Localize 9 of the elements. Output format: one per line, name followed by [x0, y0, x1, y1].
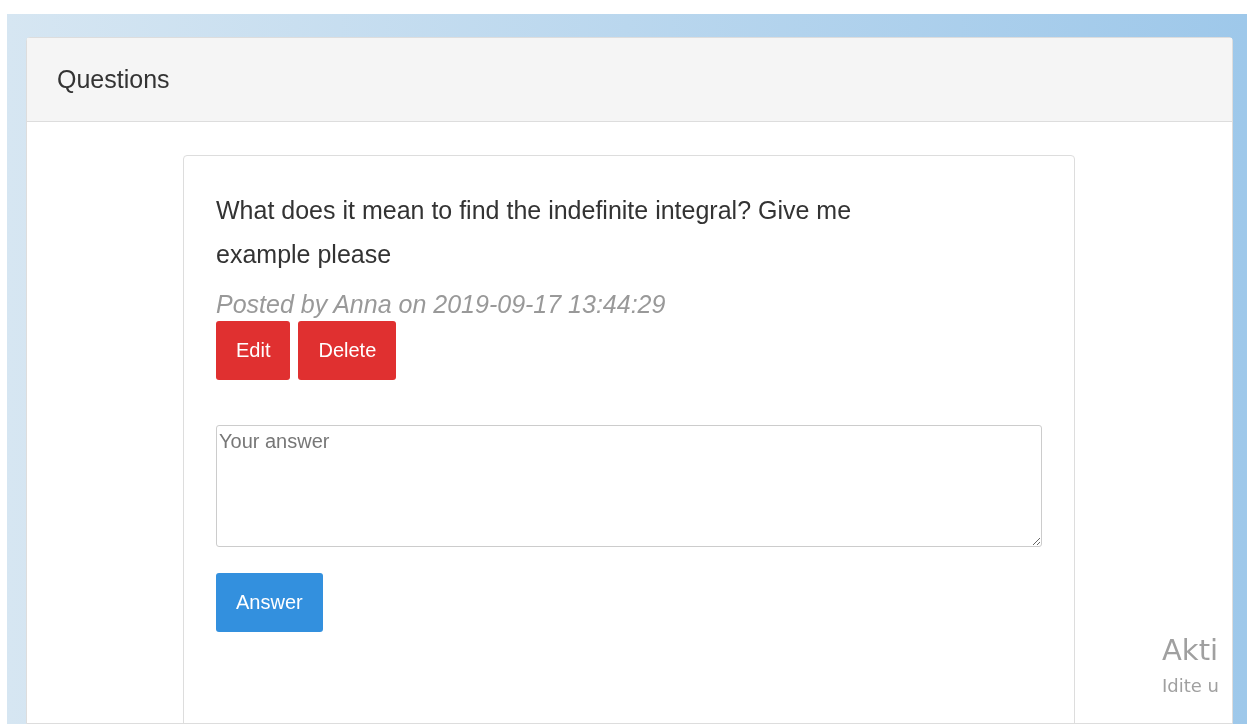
activation-notice-text: Akti [1162, 632, 1219, 669]
action-button[interactable]: Delete [298, 321, 397, 380]
post-meta: Posted by Anna on 2019-09-17 13:44:29 [216, 290, 666, 319]
activation-notice-text: Idite u [1162, 674, 1219, 698]
answer-button[interactable]: Answer [216, 573, 323, 632]
panel-title: Questions [57, 65, 170, 94]
action-button[interactable]: Edit [216, 321, 291, 380]
question-text: What does it mean to find the indefinite integral? Give me example please [216, 195, 853, 270]
answer-field[interactable]: Your answer [216, 425, 1042, 547]
